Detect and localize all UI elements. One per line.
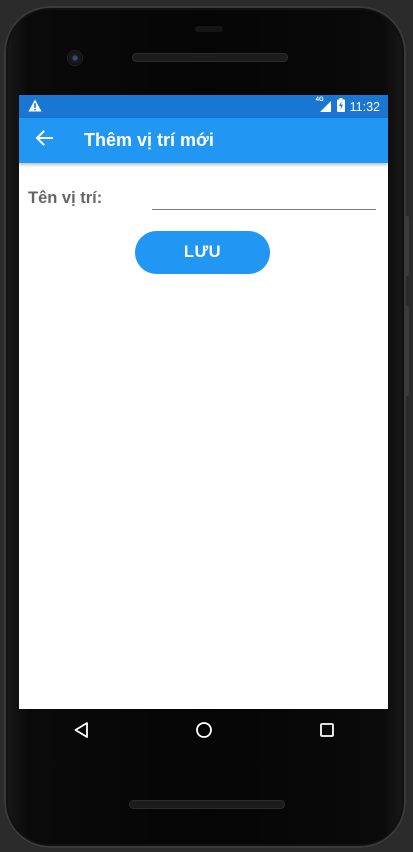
location-name-row: Tên vị trí: [19,181,388,221]
signal-icon: 4G [316,97,332,113]
triangle-back-icon [73,721,89,744]
clock: 11:32 [349,99,380,114]
earpiece-notch [195,26,223,32]
location-name-label: Tên vị trí: [28,189,103,207]
warning-icon [28,99,42,115]
save-button[interactable]: LƯU [135,231,270,274]
bottom-speaker [129,800,285,809]
nav-recents-button[interactable] [299,712,355,752]
status-bar: 4G 11:32 [19,95,388,118]
circle-home-icon [195,721,213,744]
top-speaker [132,53,288,62]
back-button[interactable] [21,118,67,163]
battery-charging-icon [336,98,345,115]
nav-home-button[interactable] [176,712,232,752]
system-nav-bar [19,709,388,755]
app-screen: 4G 11:32 Thêm vị trí mới Tên vị trí: LƯU [19,95,388,709]
arrow-left-icon [35,130,53,151]
volume-button [405,306,409,396]
page-title: Thêm vị trí mới [84,130,214,150]
nav-back-button[interactable] [53,712,109,752]
status-indicators: 4G 11:32 [316,97,380,115]
app-bar: Thêm vị trí mới [19,118,388,163]
front-camera [68,51,82,65]
location-name-input[interactable] [152,183,376,210]
power-button [405,216,409,276]
square-recents-icon [319,722,335,743]
